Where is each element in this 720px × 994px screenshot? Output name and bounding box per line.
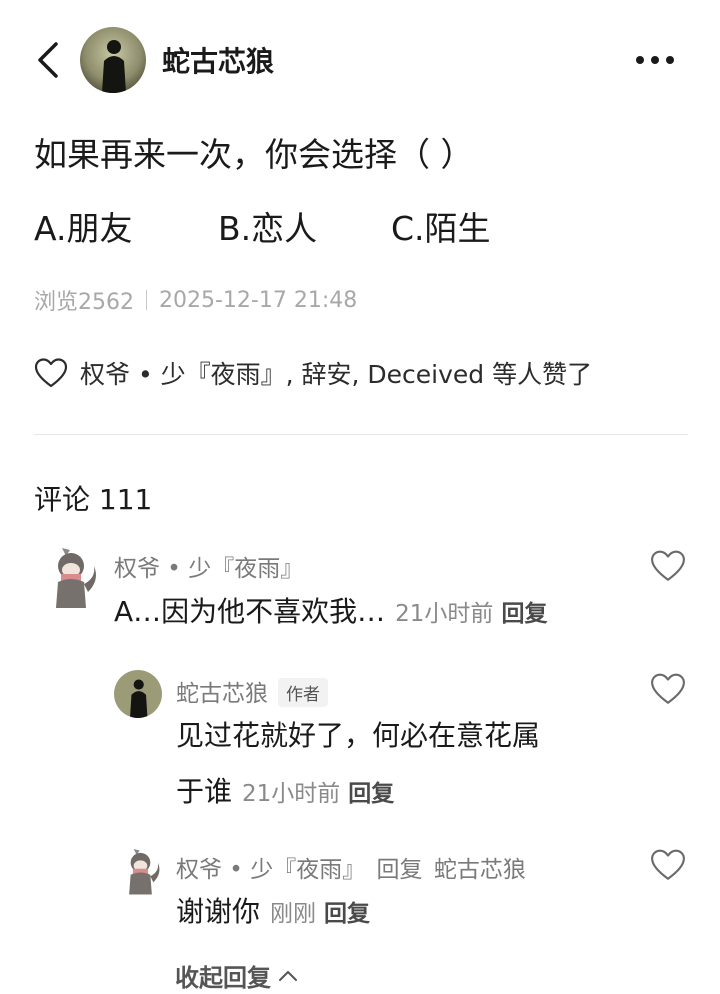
reply-button[interactable]: 回复 <box>501 601 547 627</box>
reply-author-name[interactable]: 蛇古芯狼 作者 <box>176 674 328 709</box>
commenter-name[interactable]: 权爷 • 少『夜雨』 <box>114 549 303 583</box>
nested-reply-content: 谢谢你 <box>176 895 261 928</box>
comment-text: A…因为他不喜欢我… 21小时前 回复 <box>114 584 547 642</box>
post-options: A.朋友 B.恋人 C.陌生 <box>34 202 694 248</box>
post-meta: 浏览2562 2025-12-17 21:48 <box>34 284 357 316</box>
divider <box>34 434 688 435</box>
comment-time: 21小时前 <box>395 601 494 627</box>
option-a: A.朋友 <box>34 209 133 248</box>
back-button[interactable] <box>30 38 70 82</box>
heart-icon <box>651 550 685 581</box>
post-datetime: 2025-12-17 21:48 <box>159 287 358 313</box>
heart-icon <box>651 673 685 704</box>
reply-content-line1: 见过花就好了，何必在意花属 <box>176 719 541 752</box>
nested-reply-time: 刚刚 <box>270 901 317 927</box>
meta-divider <box>146 290 147 310</box>
comment-content: A…因为他不喜欢我… <box>114 595 386 628</box>
likes-text: 权爷 • 少『夜雨』, 辞安, Deceived 等人赞了 <box>80 360 593 389</box>
reply-button[interactable]: 回复 <box>348 781 394 807</box>
comments-count: 评论 111 <box>34 483 153 516</box>
more-horizontal-icon <box>636 56 674 64</box>
comment-like-button[interactable] <box>650 549 686 583</box>
option-c: C.陌生 <box>391 209 491 248</box>
heart-icon <box>651 849 685 880</box>
post-question: 如果再来一次，你会选择（ ） <box>34 135 474 174</box>
nested-reply-name[interactable]: 权爷 • 少『夜雨』 <box>176 857 365 883</box>
chevron-up-icon <box>279 970 297 981</box>
option-b: B.恋人 <box>218 209 318 248</box>
chevron-left-icon <box>38 42 58 78</box>
author-badge: 作者 <box>278 678 328 707</box>
nested-reply-avatar[interactable] <box>120 846 164 896</box>
reply-time: 21小时前 <box>242 781 341 807</box>
reply-content-line2: 于谁 <box>176 775 233 808</box>
author-avatar[interactable] <box>80 27 146 93</box>
more-button[interactable] <box>630 46 680 74</box>
reply-to-word: 回复 <box>376 857 423 883</box>
reply-author-label: 蛇古芯狼 <box>176 681 268 707</box>
collapse-label: 收起回复 <box>175 964 271 992</box>
nested-reply-header: 权爷 • 少『夜雨』 回复 蛇古芯狼 <box>176 850 526 884</box>
comment-like-button[interactable] <box>650 848 686 882</box>
view-count: 浏览2562 <box>34 290 134 315</box>
reply-target-name[interactable]: 蛇古芯狼 <box>434 857 526 883</box>
reply-button[interactable]: 回复 <box>324 901 370 927</box>
reply-content-line2-row: 于谁 21小时前 回复 <box>176 764 646 822</box>
collapse-replies-button[interactable]: 收起回复 <box>175 958 299 993</box>
author-reply-avatar[interactable] <box>114 670 162 718</box>
top-bar: 蛇古芯狼 <box>0 0 720 118</box>
likes-row[interactable]: 权爷 • 少『夜雨』, 辞安, Deceived 等人赞了 <box>34 354 592 392</box>
comment-like-button[interactable] <box>650 672 686 706</box>
author-name[interactable]: 蛇古芯狼 <box>162 40 274 80</box>
reply-text: 见过花就好了，何必在意花属 于谁 21小时前 回复 <box>176 708 646 822</box>
commenter-avatar[interactable] <box>44 544 102 610</box>
nested-reply-text: 谢谢你 刚刚 回复 <box>176 884 370 942</box>
heart-icon[interactable] <box>34 357 68 389</box>
